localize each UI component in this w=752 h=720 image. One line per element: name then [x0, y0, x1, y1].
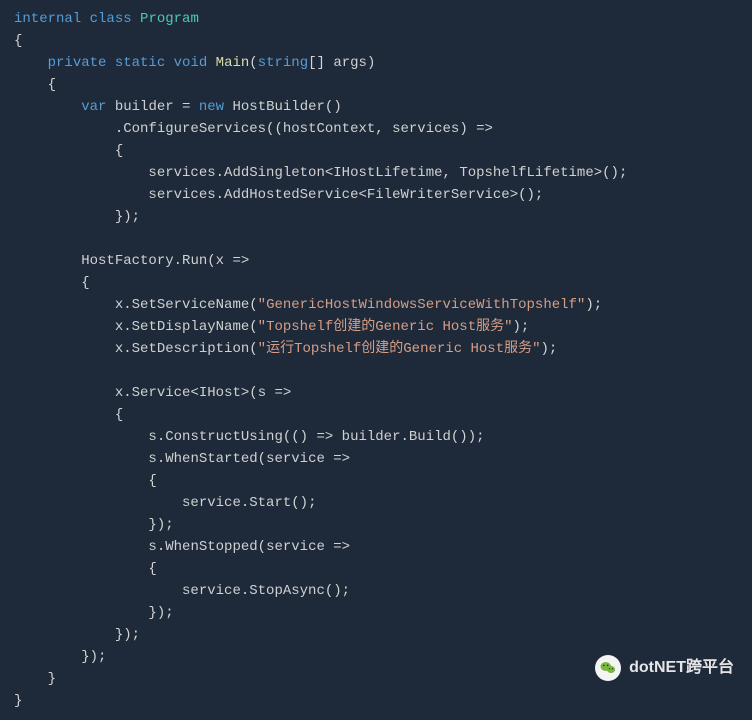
code-line: x.SetDescription("运行Topshelf创建的Generic H…	[14, 338, 738, 360]
code-line: x.SetDisplayName("Topshelf创建的Generic Hos…	[14, 316, 738, 338]
code-line: x.SetServiceName("GenericHostWindowsServ…	[14, 294, 738, 316]
code-line: {	[14, 558, 738, 580]
wechat-icon	[595, 655, 621, 681]
watermark-text: dotNET跨平台	[629, 657, 734, 679]
code-line: {	[14, 470, 738, 492]
code-line: s.WhenStarted(service =>	[14, 448, 738, 470]
code-line: {	[14, 74, 738, 96]
code-line: });	[14, 602, 738, 624]
code-line: HostFactory.Run(x =>	[14, 250, 738, 272]
code-line: s.WhenStopped(service =>	[14, 536, 738, 558]
code-line: .ConfigureServices((hostContext, service…	[14, 118, 738, 140]
code-line: });	[14, 514, 738, 536]
code-line: services.AddHostedService<FileWriterServ…	[14, 184, 738, 206]
code-line	[14, 360, 738, 382]
code-line: service.StopAsync();	[14, 580, 738, 602]
code-line: service.Start();	[14, 492, 738, 514]
code-line: {	[14, 404, 738, 426]
code-line: {	[14, 140, 738, 162]
watermark: dotNET跨平台	[595, 655, 734, 681]
code-block: internal class Program{ private static v…	[0, 0, 752, 720]
code-line	[14, 228, 738, 250]
code-line: x.Service<IHost>(s =>	[14, 382, 738, 404]
code-line: internal class Program	[14, 8, 738, 30]
code-line: {	[14, 30, 738, 52]
code-line: var builder = new HostBuilder()	[14, 96, 738, 118]
code-line: s.ConstructUsing(() => builder.Build());	[14, 426, 738, 448]
code-line: services.AddSingleton<IHostLifetime, Top…	[14, 162, 738, 184]
code-line: });	[14, 206, 738, 228]
code-line: });	[14, 624, 738, 646]
code-line: {	[14, 272, 738, 294]
code-line: private static void Main(string[] args)	[14, 52, 738, 74]
